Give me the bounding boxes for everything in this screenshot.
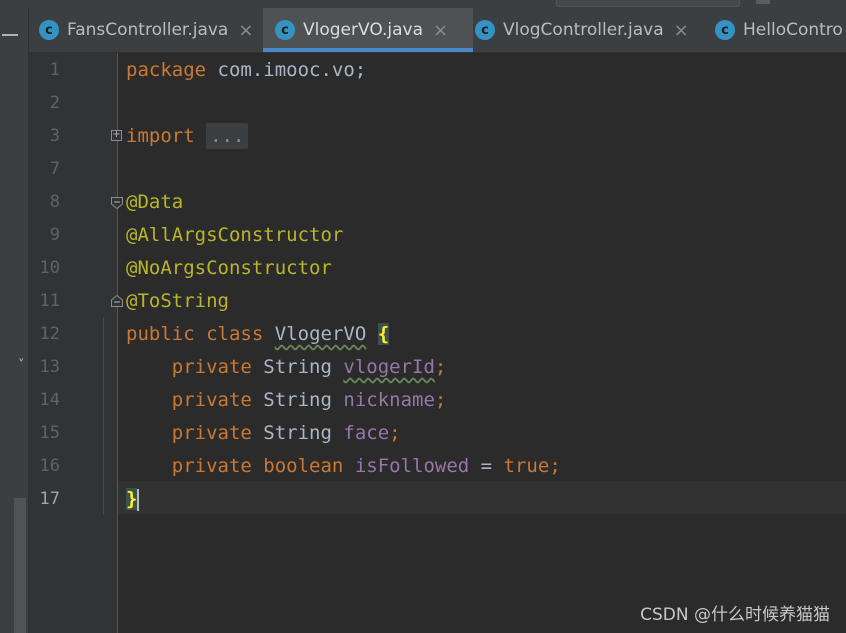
close-icon[interactable]: × <box>433 20 448 41</box>
line-number-current: 17 <box>39 489 60 509</box>
keyword: import <box>126 125 195 147</box>
keyword: private <box>171 422 252 444</box>
semicolon: ; <box>434 356 447 378</box>
tab-vlog-controller[interactable]: c VlogController.java × <box>475 8 703 52</box>
folded-imports[interactable]: ... <box>206 123 249 149</box>
chevron-icon[interactable]: ˅ <box>18 358 25 373</box>
field-name: face <box>343 422 390 444</box>
close-icon[interactable]: × <box>238 20 253 41</box>
line-number: 1 <box>49 60 60 80</box>
editor-tab-bar: c FansController.java × c VlogerVO.java … <box>29 8 846 53</box>
code-line-15[interactable]: private String face; <box>126 417 401 450</box>
toolbar-remnant <box>0 0 846 8</box>
tab-hello-controller[interactable]: c HelloContro <box>715 8 846 52</box>
tab-label: VlogController.java <box>503 20 664 40</box>
tab-label: FansController.java <box>67 20 229 40</box>
code-line-9[interactable]: @AllArgsConstructor <box>126 219 343 252</box>
line-number: 10 <box>39 258 60 278</box>
watermark: CSDN @什么时候养猫猫 <box>640 605 830 625</box>
semicolon: ; <box>389 422 401 444</box>
assign-operator: = <box>469 455 504 477</box>
fold-collapse-icon[interactable] <box>111 197 123 209</box>
code-line-13[interactable]: private String vlogerId; <box>126 351 447 384</box>
keyword: package <box>126 59 207 81</box>
run-config-selector[interactable] <box>556 0 740 7</box>
class-c-icon: c <box>475 20 495 40</box>
field-name: vlogerId <box>343 356 435 378</box>
line-number: 8 <box>49 192 60 212</box>
code-line-16[interactable]: private boolean isFollowed = true; <box>126 450 561 483</box>
menu-icon[interactable] <box>2 34 18 36</box>
current-line-highlight <box>118 481 846 514</box>
code-line-17[interactable]: } <box>126 483 140 516</box>
field-name: nickname <box>343 389 435 411</box>
scrollbar-thumb[interactable] <box>14 498 26 633</box>
code-line-10[interactable]: @NoArgsConstructor <box>126 252 332 285</box>
code-line-1[interactable]: package com.imooc.vo; <box>126 54 366 87</box>
class-c-icon: c <box>275 20 295 40</box>
line-number: 2 <box>49 93 60 113</box>
matched-brace: { <box>377 323 390 345</box>
package-name: com.imooc.vo; <box>206 59 367 81</box>
line-number: 7 <box>49 159 60 179</box>
matched-brace: } <box>126 488 138 510</box>
indent-guide <box>103 317 104 515</box>
type-name: String <box>263 356 332 378</box>
keyword: private <box>171 389 252 411</box>
class-name: VlogerVO <box>274 323 367 345</box>
fold-expand-icon[interactable]: + <box>111 130 122 141</box>
tab-label: HelloContro <box>743 20 843 40</box>
tab-label: VlogerVO.java <box>303 20 424 40</box>
line-number: 14 <box>39 390 60 410</box>
keyword: private <box>171 455 252 477</box>
tab-vloger-vo[interactable]: c VlogerVO.java × <box>263 8 473 52</box>
line-number: 15 <box>39 423 60 443</box>
close-icon[interactable]: × <box>674 20 689 41</box>
class-c-icon: c <box>715 20 735 40</box>
type-name: String <box>263 389 332 411</box>
keyword: boolean <box>263 455 344 477</box>
code-line-12[interactable]: public class VlogerVO { <box>126 318 390 351</box>
semicolon: ; <box>434 389 447 411</box>
type-name: String <box>263 422 332 444</box>
keyword: class <box>206 323 264 345</box>
code-line-11[interactable]: @ToString <box>126 285 229 318</box>
keyword: public <box>126 323 195 345</box>
tool-window-strip: ˅ <box>0 8 29 633</box>
fold-end-icon[interactable] <box>111 295 123 307</box>
line-number: 3 <box>49 126 60 146</box>
keyword: private <box>171 356 252 378</box>
line-number: 11 <box>39 291 60 311</box>
line-number: 12 <box>39 324 60 344</box>
tab-fans-controller[interactable]: c FansController.java × <box>29 8 272 52</box>
toolbar-icon[interactable] <box>756 0 770 4</box>
line-number: 16 <box>39 456 60 476</box>
field-name: isFollowed <box>354 455 470 477</box>
text-caret <box>137 488 140 511</box>
class-c-icon: c <box>39 20 59 40</box>
code-line-8[interactable]: @Data <box>126 186 183 219</box>
code-line-14[interactable]: private String nickname; <box>126 384 447 417</box>
line-number: 13 <box>39 357 60 377</box>
semicolon: ; <box>549 455 561 477</box>
boolean-literal: true <box>503 455 550 477</box>
code-line-3[interactable]: import ... <box>126 120 249 153</box>
line-number: 9 <box>49 225 60 245</box>
ide-window: ˅ c FansController.java × c VlogerVO.jav… <box>0 0 846 633</box>
